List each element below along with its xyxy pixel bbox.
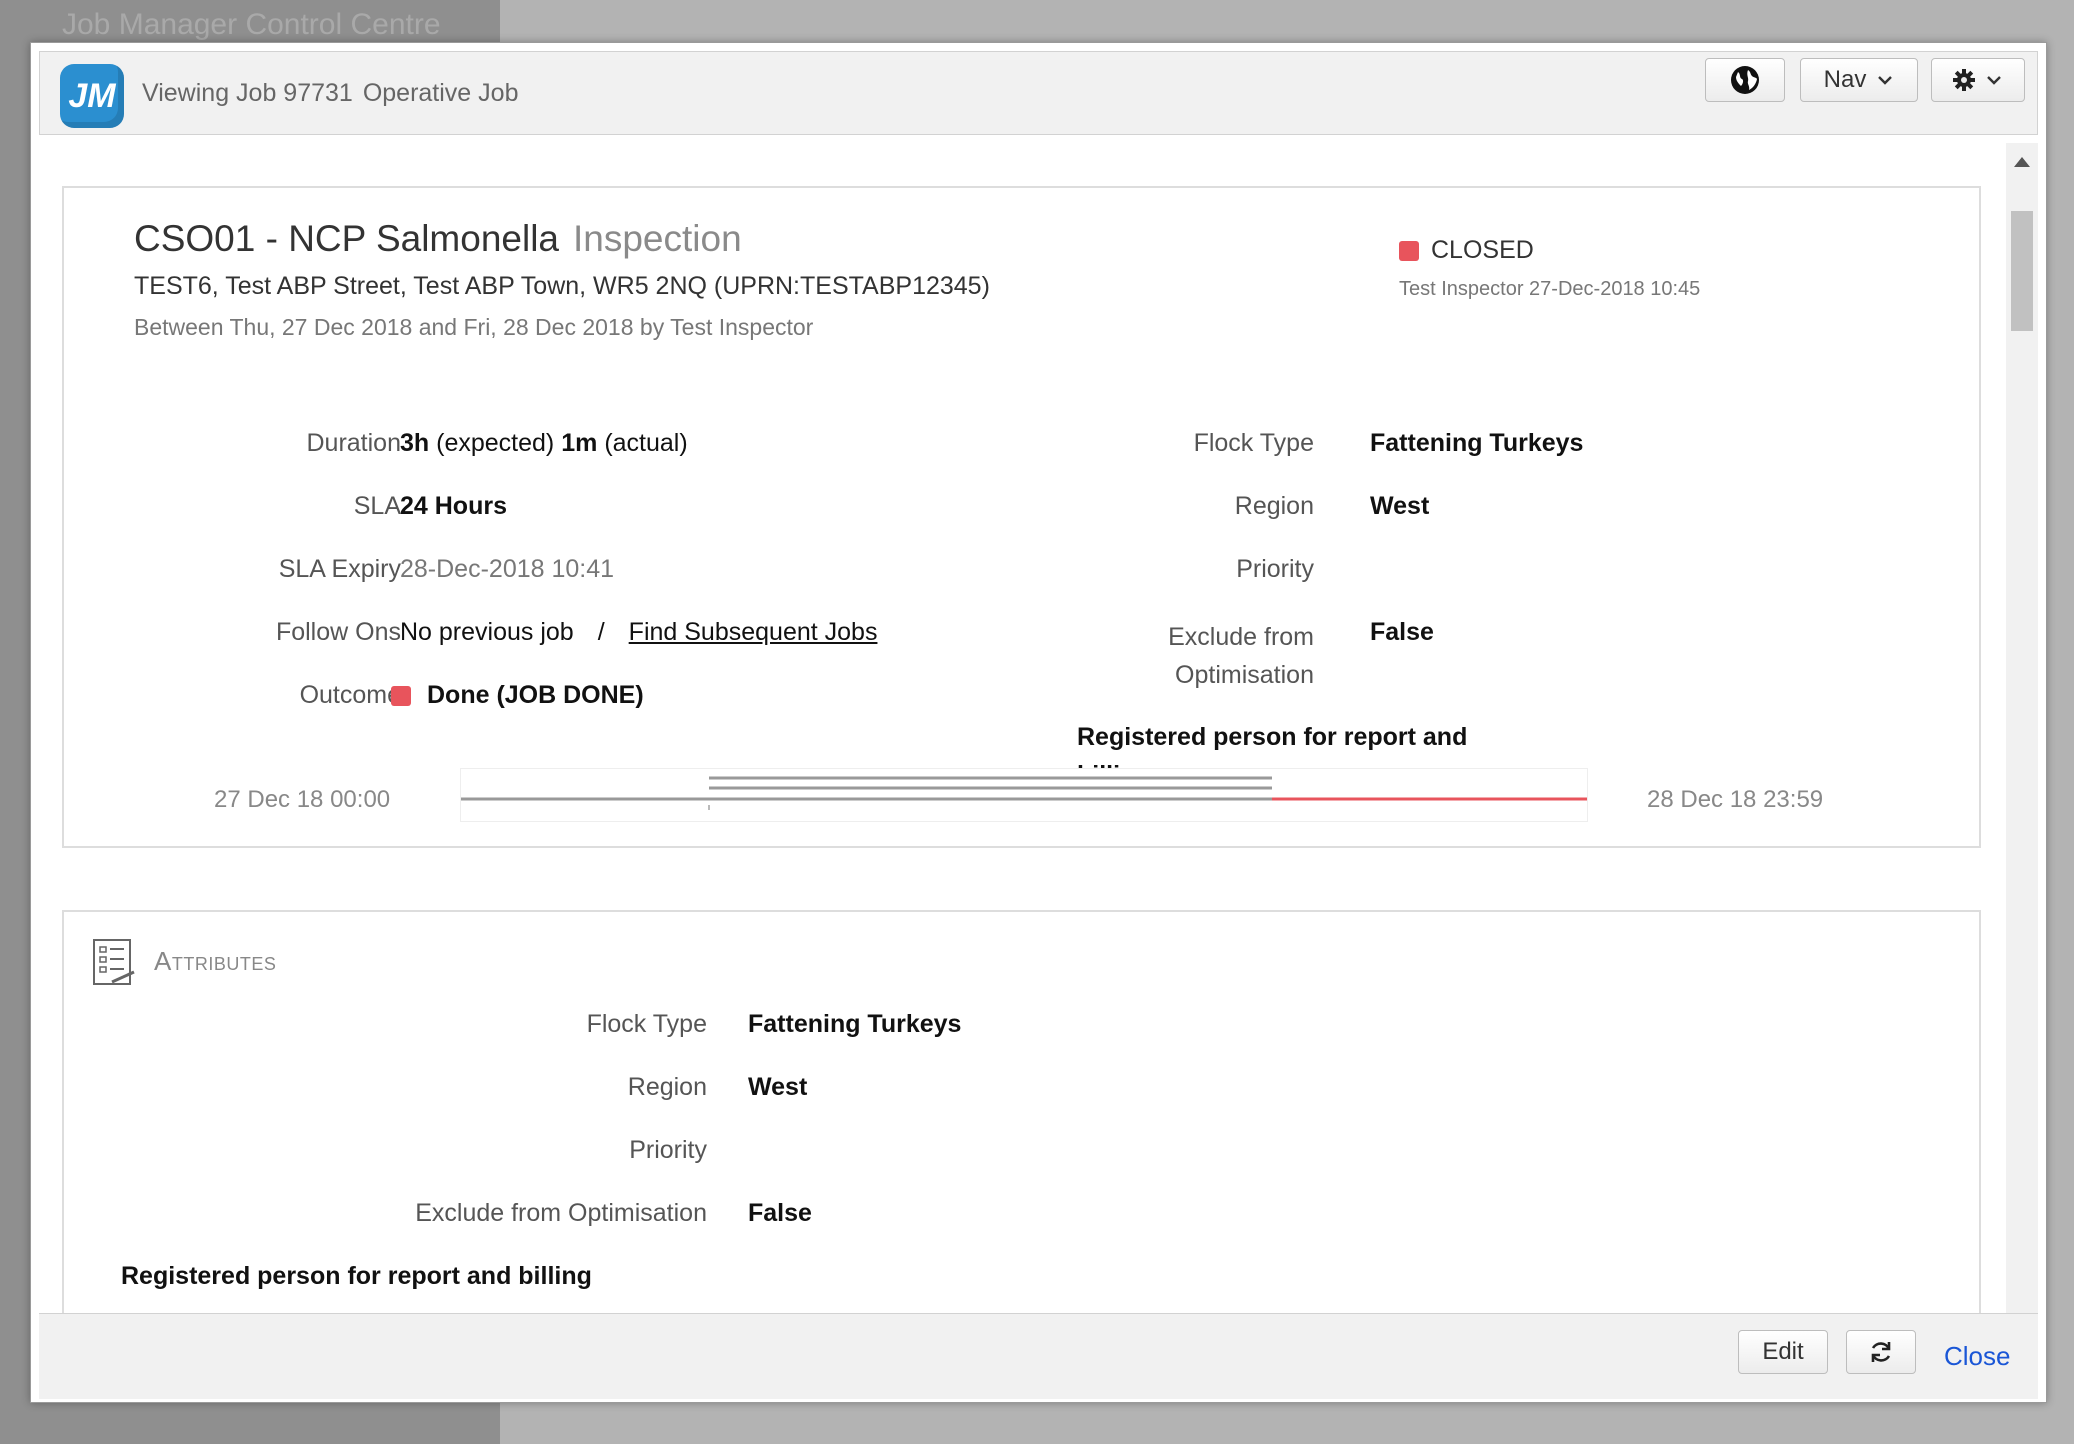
- attr-priority-label: Priority: [629, 1136, 707, 1164]
- exclude-label-line1: Exclude from: [1168, 623, 1314, 651]
- region-label: Region: [1234, 492, 1314, 520]
- duration-expected: 3h: [400, 429, 430, 457]
- sla-expiry-label: SLA Expiry: [278, 555, 401, 583]
- duration-value: 3h (expected) 1m (actual): [400, 429, 688, 458]
- exclude-optimisation-value: False: [1370, 618, 1434, 646]
- attr-region-value: West: [748, 1073, 808, 1101]
- timeline-graphic: [461, 776, 1587, 810]
- sla-value: 24 Hours: [400, 492, 507, 520]
- chevron-down-icon: [1878, 76, 1893, 85]
- attr-flock-type-label: Flock Type: [586, 1010, 707, 1038]
- outcome-text: Done (JOB DONE): [427, 681, 644, 709]
- status-badge: CLOSED: [1399, 236, 1534, 265]
- job-summary-panel: CSO01 - NCP Salmonella Inspection TEST6, …: [62, 186, 1981, 848]
- registered-line1: Registered person for report and: [1077, 723, 1468, 751]
- region-value: West: [1370, 492, 1430, 520]
- flock-type-value: Fattening Turkeys: [1370, 429, 1584, 457]
- duration-label: Duration: [306, 429, 402, 457]
- attributes-panel: Attributes Flock Type Fattening Turkeys …: [62, 910, 1981, 1372]
- outcome-value: Done (JOB DONE): [391, 681, 644, 710]
- job-schedule: Between Thu, 27 Dec 2018 and Fri, 28 Dec…: [134, 314, 814, 340]
- attr-flock-type-value: Fattening Turkeys: [748, 1010, 962, 1038]
- follow-ons-separator: /: [597, 618, 605, 646]
- edit-button[interactable]: Edit: [1738, 1330, 1828, 1374]
- settings-dropdown-button[interactable]: [1931, 58, 2025, 102]
- sla-expiry-value: 28-Dec-2018 10:41: [400, 555, 615, 583]
- priority-label: Priority: [1236, 555, 1314, 583]
- attributes-form-icon: [93, 939, 135, 985]
- status-by: Test Inspector 27-Dec-2018 10:45: [1399, 278, 1701, 300]
- follow-ons-value: No previous job / Find Subsequent Jobs: [400, 618, 877, 647]
- timeline-bar: [460, 768, 1588, 822]
- chevron-down-icon: [1987, 76, 2001, 85]
- background-app-title: Job Manager Control Centre: [62, 8, 441, 41]
- job-type: Inspection: [573, 218, 742, 259]
- outcome-label: Outcome: [299, 681, 401, 709]
- sla-label: SLA: [353, 492, 401, 520]
- close-link[interactable]: Close: [1944, 1341, 2010, 1372]
- previous-job-text: No previous job: [400, 618, 574, 646]
- dialog-subtitle: Operative Job: [362, 79, 519, 107]
- globe-button[interactable]: [1705, 58, 1785, 102]
- flock-type-label: Flock Type: [1193, 429, 1314, 457]
- job-view-dialog: JM Viewing Job 97731 Operative Job Nav C…: [30, 42, 2047, 1403]
- duration-actual-suffix: (actual): [604, 429, 688, 457]
- scrollbar-thumb[interactable]: [2011, 211, 2033, 331]
- dialog-title: Viewing Job 97731 Operative Job: [142, 79, 528, 108]
- follow-ons-label: Follow Ons: [275, 618, 401, 646]
- dialog-header: JM Viewing Job 97731 Operative Job Nav: [39, 51, 2038, 135]
- attr-registered-heading: Registered person for report and billing: [121, 1262, 592, 1290]
- refresh-icon: [1871, 1342, 1891, 1362]
- status-text: CLOSED: [1431, 236, 1534, 264]
- outcome-color-square: [391, 685, 411, 706]
- job-title: CSO01 - NCP Salmonella Inspection: [134, 218, 742, 260]
- globe-icon: [1731, 66, 1759, 94]
- job-code-name: CSO01 - NCP Salmonella: [134, 218, 559, 259]
- duration-actual: 1m: [561, 429, 598, 457]
- find-subsequent-jobs-link[interactable]: Find Subsequent Jobs: [629, 618, 878, 646]
- attr-exclude-value: False: [748, 1199, 812, 1227]
- job-address: TEST6, Test ABP Street, Test ABP Town, W…: [134, 272, 990, 300]
- refresh-button[interactable]: [1846, 1330, 1916, 1374]
- attributes-heading: Attributes: [154, 946, 277, 976]
- dialog-title-text: Viewing Job 97731: [142, 79, 353, 107]
- nav-label: Nav: [1823, 66, 1867, 93]
- dialog-footer: Edit Close: [39, 1313, 2038, 1399]
- attr-region-label: Region: [627, 1073, 707, 1101]
- duration-expected-suffix: (expected): [436, 429, 555, 457]
- nav-dropdown-button[interactable]: Nav: [1800, 58, 1918, 102]
- attr-exclude-label: Exclude from Optimisation: [415, 1199, 707, 1227]
- timeline-start-label: 27 Dec 18 00:00: [214, 786, 391, 813]
- scroll-up-arrow-icon[interactable]: [2014, 157, 2030, 167]
- status-color-square: [1399, 240, 1419, 261]
- timeline-end-label: 28 Dec 18 23:59: [1647, 786, 1824, 813]
- vertical-scrollbar[interactable]: [2006, 143, 2038, 1348]
- exclude-label-line2: Optimisation: [1175, 661, 1314, 689]
- exclude-optimisation-label: Exclude from Optimisation: [1168, 618, 1314, 694]
- gear-icon: [1953, 69, 1975, 91]
- jm-logo: JM: [60, 64, 124, 128]
